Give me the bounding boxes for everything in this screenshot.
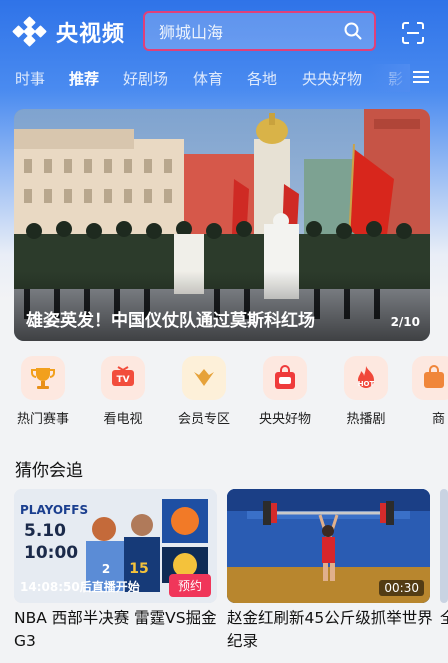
svg-text:TV: TV (116, 375, 129, 385)
tab-tuijian[interactable]: 推荐 (69, 68, 99, 89)
quick-entry-remensaishi[interactable]: 热门赛事 (8, 356, 78, 427)
tab-shishi[interactable]: 时事 (15, 68, 45, 89)
quick-entry-label: 热播剧 (346, 412, 386, 427)
vip-icon (182, 356, 226, 400)
book-button[interactable]: 预约 (168, 574, 211, 597)
quick-entry-kandianshi[interactable]: TV 看电视 (88, 356, 158, 427)
quick-entry-huiyuanzhuanqu[interactable]: 会员专区 (169, 356, 239, 427)
scan-icon[interactable] (402, 22, 424, 44)
svg-text:15: 15 (129, 561, 148, 577)
svg-text:2: 2 (102, 562, 110, 576)
shop-bag-icon (263, 356, 307, 400)
quick-entry-label: 看电视 (103, 412, 143, 427)
tab-tiyu[interactable]: 体育 (193, 68, 223, 89)
tab-haojuchang[interactable]: 好剧场 (123, 68, 168, 89)
search-bar[interactable]: 狮城山海 (143, 11, 376, 51)
app-logo[interactable]: 央视频 (12, 16, 126, 48)
video-duration: 00:30 (379, 580, 424, 596)
quick-entry-mall[interactable]: 商 (412, 356, 448, 427)
card-title[interactable]: NBA 西部半决赛 雷霆VS掘金G3 (14, 607, 224, 653)
quick-entry-rebo[interactable]: HOT 热播剧 (331, 356, 401, 427)
search-icon[interactable] (344, 22, 362, 40)
tab-gedi[interactable]: 各地 (247, 68, 277, 89)
tab-yangyanghaowu[interactable]: 央央好物 (302, 68, 362, 89)
banner-page-indicator: 2/10 (390, 315, 420, 329)
logo-mark-icon (12, 16, 48, 47)
mall-icon (412, 356, 448, 400)
hero-banner[interactable]: 雄姿英发！中国仪仗队通过莫斯科红场 2/10 (14, 109, 430, 341)
poster-date: 5.10 (24, 521, 66, 541)
banner-title[interactable]: 雄姿英发！中国仪仗队通过莫斯科红场 (26, 306, 315, 331)
card-title[interactable]: 全 (440, 607, 448, 630)
app-name: 央视频 (56, 22, 126, 47)
quick-entry-yangyanghaowu[interactable]: 央央好物 (250, 356, 320, 427)
hot-icon: HOT (344, 356, 388, 400)
video-card-nba[interactable]: 15 2 PLAYOFFS 5.10 10:00 14:08:50后直播开始 预… (14, 489, 217, 603)
search-placeholder: 狮城山海 (159, 23, 224, 42)
quick-entry-label: 商 (432, 412, 446, 427)
tabs-fade (370, 64, 410, 92)
card-title[interactable]: 赵金红刷新45公斤级抓举世界纪录 (227, 607, 437, 653)
video-card-partial[interactable] (440, 489, 448, 603)
quick-entry-label: 热门赛事 (16, 412, 69, 427)
section-title: 猜你会追 (15, 461, 83, 481)
svg-text:HOT: HOT (358, 380, 375, 388)
poster-brand: PLAYOFFS (20, 503, 89, 517)
quick-entry-row: 热门赛事 TV 看电视 会员专区 央央好物 HOT 热播剧 商 (0, 356, 448, 428)
live-countdown: 14:08:50后直播开始 (20, 580, 140, 594)
trophy-icon (21, 356, 65, 400)
tv-icon: TV (101, 356, 145, 400)
video-card-weightlifting[interactable]: 00:30 (227, 489, 430, 603)
app-header: 央视频 狮城山海 (0, 0, 448, 64)
poster-time: 10:00 (24, 543, 79, 563)
menu-icon[interactable] (412, 69, 430, 85)
quick-entry-label: 会员专区 (177, 412, 230, 427)
quick-entry-label: 央央好物 (258, 412, 311, 427)
